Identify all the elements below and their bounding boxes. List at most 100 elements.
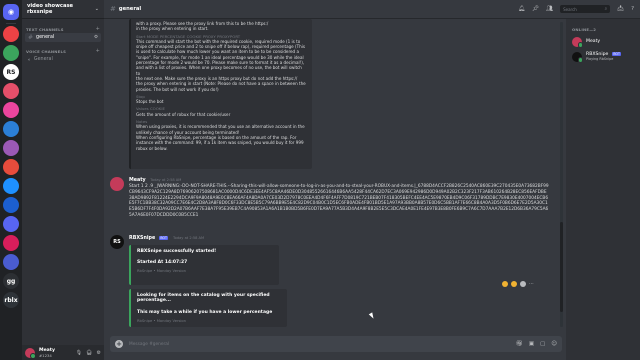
avatar[interactable] [25, 347, 36, 359]
embed-title: RBXSnipe successfully started! [137, 249, 217, 254]
guild-header[interactable]: video showcase rbxsnipe ⌄ [22, 0, 104, 19]
member-rbxsnipe[interactable]: RBXSnipe BOT Playing RbSnipe [572, 50, 634, 63]
hash-icon: # [28, 34, 34, 41]
headphones-icon[interactable]: 🎧︎ [86, 350, 92, 356]
server-initials: RS [6, 68, 16, 76]
search-input[interactable]: Search ⌕ [560, 5, 611, 13]
chat-header: # general 🔔︎ 📌︎ 👥︎ Search ⌕ 📥︎ ? [104, 0, 640, 19]
help-icon[interactable]: ? [631, 6, 634, 12]
pin-icon[interactable]: 📌︎ [532, 6, 539, 12]
home-button[interactable]: ◉ [3, 4, 19, 20]
bell-icon[interactable]: 🔔︎ [518, 6, 525, 12]
message-reactions: ⋯ [502, 281, 534, 287]
message-list: with a proxy. Please see the proxy link … [104, 19, 564, 331]
category-label: VOICE CHANNELS [26, 48, 67, 54]
category-label: TEXT CHANNELS [26, 26, 64, 32]
embed-line: proxies. The bot will not work if you do… [136, 86, 219, 92]
embed-line: When using proxies, it is recommended th… [136, 124, 305, 130]
hash-icon: # [110, 5, 116, 13]
category-voice-channels[interactable]: VOICE CHANNELS + [22, 47, 104, 55]
bot-badge: BOT [611, 51, 622, 56]
avatar[interactable] [572, 51, 583, 63]
more-options-icon[interactable]: ⋯ [529, 281, 534, 287]
server-icon[interactable] [3, 26, 19, 42]
gif-icon[interactable]: ▣ [529, 341, 534, 347]
embed-line: and with a list of proxies. When one pro… [136, 65, 302, 76]
server-icon[interactable]: RS [3, 64, 19, 80]
message-scrollbar[interactable] [560, 22, 563, 327]
embed-line: instance with the command: 99, if a 1k i… [136, 140, 304, 146]
search-placeholder: Search [563, 6, 577, 12]
microphone-icon[interactable]: 🎙︎ [76, 350, 82, 356]
server-initials: rblx [4, 296, 18, 304]
message-timestamp: Today at 2:58 AM [173, 236, 205, 240]
search-icon: ⌕ [604, 7, 608, 12]
server-icon[interactable] [3, 254, 19, 270]
channel-general[interactable]: # general ⚙ [25, 33, 101, 42]
server-icon[interactable] [3, 159, 19, 175]
server-icon[interactable] [3, 83, 19, 99]
server-icon[interactable] [3, 178, 19, 194]
add-channel-icon[interactable]: + [96, 48, 100, 54]
embed-footer: RbSnipe • Monday Version [137, 319, 187, 323]
avatar[interactable]: RS [110, 235, 124, 249]
started-embed: RBXSnipe successfully started! Started A… [129, 245, 279, 285]
gift-icon[interactable]: 🎁︎ [516, 341, 523, 347]
embed-subtitle: This may take a while if you have a lowe… [137, 310, 273, 315]
message-text: Start 1 2 .9 _|WARNING:-DO-NOT-SHARE-THI… [129, 184, 549, 218]
message-placeholder: Message #general [129, 341, 170, 347]
scrollbar-thumb[interactable] [560, 222, 563, 312]
channel-label: general [36, 35, 55, 40]
member-name: RBXSnipe [586, 51, 609, 57]
bot-badge: BOT [158, 236, 169, 240]
server-icon[interactable] [3, 121, 19, 137]
message-input[interactable]: + Message #general 🎁︎ ▣ ▢ ☺ [110, 336, 562, 352]
member-meaty[interactable]: Meaty [572, 35, 634, 48]
user-name: Meaty [39, 347, 55, 353]
invite-icon[interactable]: ⚙ [94, 35, 98, 40]
user-tag: #1234 [39, 352, 52, 358]
server-icon[interactable]: gg [3, 273, 19, 289]
embed-title: Looking for items on the catalog with yo… [137, 293, 270, 303]
chevron-down-icon[interactable]: ⌄ [95, 6, 99, 12]
message-timestamp: Today at 2:58 AM [150, 178, 182, 182]
message-author[interactable]: Meaty [129, 178, 146, 183]
channel-label: General [33, 57, 53, 62]
server-icon[interactable] [3, 216, 19, 232]
server-icon[interactable] [3, 102, 19, 118]
avatar[interactable] [572, 36, 583, 48]
server-rail: ◉ RS gg rblx [0, 0, 22, 360]
help-embed: with a proxy. Please see the proxy link … [129, 19, 312, 169]
embed-field: Started At 14:07:27 [137, 260, 188, 265]
server-initials: gg [6, 277, 16, 285]
server-icon[interactable] [3, 45, 19, 61]
channel-voice-general[interactable]: 🔈︎ General [25, 55, 101, 64]
embed-line: Gets the amount of robux for that cookie… [136, 111, 231, 117]
plus-icon[interactable]: + [115, 340, 123, 348]
settings-icon[interactable]: ⚙ [97, 350, 101, 356]
emoji-icon[interactable]: ☺ [551, 341, 557, 347]
rbxsnipe-logo-icon: RS [113, 239, 121, 245]
category-text-channels[interactable]: TEXT CHANNELS + [22, 25, 104, 33]
embed-line: robux or below. [136, 145, 168, 151]
channel-sidebar: video showcase rbxsnipe ⌄ TEXT CHANNELS … [22, 0, 104, 360]
emoji-icon[interactable] [511, 281, 517, 287]
server-icon[interactable] [3, 197, 19, 213]
server-icon[interactable] [3, 235, 19, 251]
avatar[interactable] [110, 177, 124, 191]
server-icon[interactable] [3, 140, 19, 156]
inbox-icon[interactable]: 📥︎ [617, 6, 624, 12]
embed-line: Stops the bot [136, 99, 164, 105]
server-icon[interactable]: rblx [3, 292, 19, 308]
members-icon[interactable]: 👥︎ [546, 6, 553, 12]
emoji-icon[interactable] [520, 281, 526, 287]
message-author[interactable]: RBXSnipe [129, 236, 155, 241]
online-category: ONLINE—2 [572, 27, 597, 32]
add-channel-icon[interactable]: + [96, 26, 100, 32]
sticker-icon[interactable]: ▢ [540, 341, 545, 347]
speaker-icon: 🔈︎ [28, 57, 31, 63]
discord-logo-icon: ◉ [7, 8, 15, 16]
user-panel: Meaty #1234 🎙︎ 🎧︎ ⚙ [22, 345, 104, 360]
embed-footer: RbSnipe • Monday Version [137, 269, 187, 273]
emoji-icon[interactable] [502, 281, 508, 287]
